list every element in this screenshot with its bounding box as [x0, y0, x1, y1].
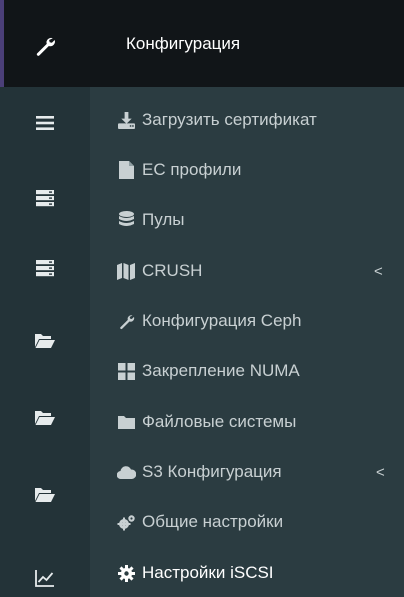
section-header[interactable]: Конфигурация: [90, 0, 404, 87]
file-icon: [115, 159, 137, 181]
folder-icon: [115, 411, 137, 433]
chevron-left-icon: <: [374, 262, 383, 280]
menu-item-iscsi-settings[interactable]: Настройки iSCSI: [106, 555, 404, 591]
menu-item-upload-certificate[interactable]: Загрузить сертификат: [106, 102, 404, 138]
menu-item-label: Файловые системы: [142, 412, 297, 431]
menu-item-label: Пулы: [142, 210, 185, 229]
menu-item-label: Настройки iSCSI: [142, 563, 274, 582]
menu-item-numa-pinning[interactable]: Закрепление NUMA: [106, 353, 404, 389]
grid-icon: [115, 360, 137, 382]
menu-item-label: CRUSH: [142, 261, 203, 280]
menu-item-crush[interactable]: CRUSH <: [106, 253, 404, 289]
folder-open-icon[interactable]: [33, 405, 57, 429]
menu-item-label: Общие настройки: [142, 512, 284, 531]
menu-item-ceph-config[interactable]: Конфигурация Ceph: [106, 303, 404, 339]
menu-item-ec-profiles[interactable]: EC профили: [106, 152, 404, 188]
cogs-icon: [115, 511, 137, 533]
menu-item-label: Закрепление NUMA: [142, 361, 300, 380]
hamburger-menu-icon[interactable]: [33, 111, 57, 135]
line-chart-icon[interactable]: [33, 566, 57, 590]
wrench-icon[interactable]: [33, 34, 57, 58]
server-icon[interactable]: [33, 186, 57, 210]
folder-open-icon[interactable]: [33, 482, 57, 506]
cog-icon: [115, 562, 137, 584]
menu-item-label: Конфигурация Ceph: [142, 311, 302, 330]
section-title: Конфигурация: [126, 33, 241, 53]
menu-item-s3-config[interactable]: S3 Конфигурация <: [106, 454, 404, 490]
menu-item-pools[interactable]: Пулы: [106, 202, 404, 238]
map-icon: [115, 260, 137, 282]
menu-item-label: S3 Конфигурация: [142, 462, 282, 481]
menu-item-label: EC профили: [142, 160, 242, 179]
cloud-icon: [115, 461, 137, 483]
menu-item-file-systems[interactable]: Файловые системы: [106, 404, 404, 440]
server-icon[interactable]: [33, 256, 57, 280]
upload-icon: [115, 109, 137, 131]
rail-accent-bar: [0, 0, 4, 87]
icon-rail: [0, 0, 90, 597]
database-icon: [115, 209, 137, 231]
folder-open-icon[interactable]: [33, 328, 57, 352]
wrench-icon: [115, 310, 137, 332]
chevron-left-icon: <: [376, 463, 385, 481]
menu-item-general-settings[interactable]: Общие настройки: [106, 504, 404, 540]
menu-item-label: Загрузить сертификат: [142, 110, 317, 129]
